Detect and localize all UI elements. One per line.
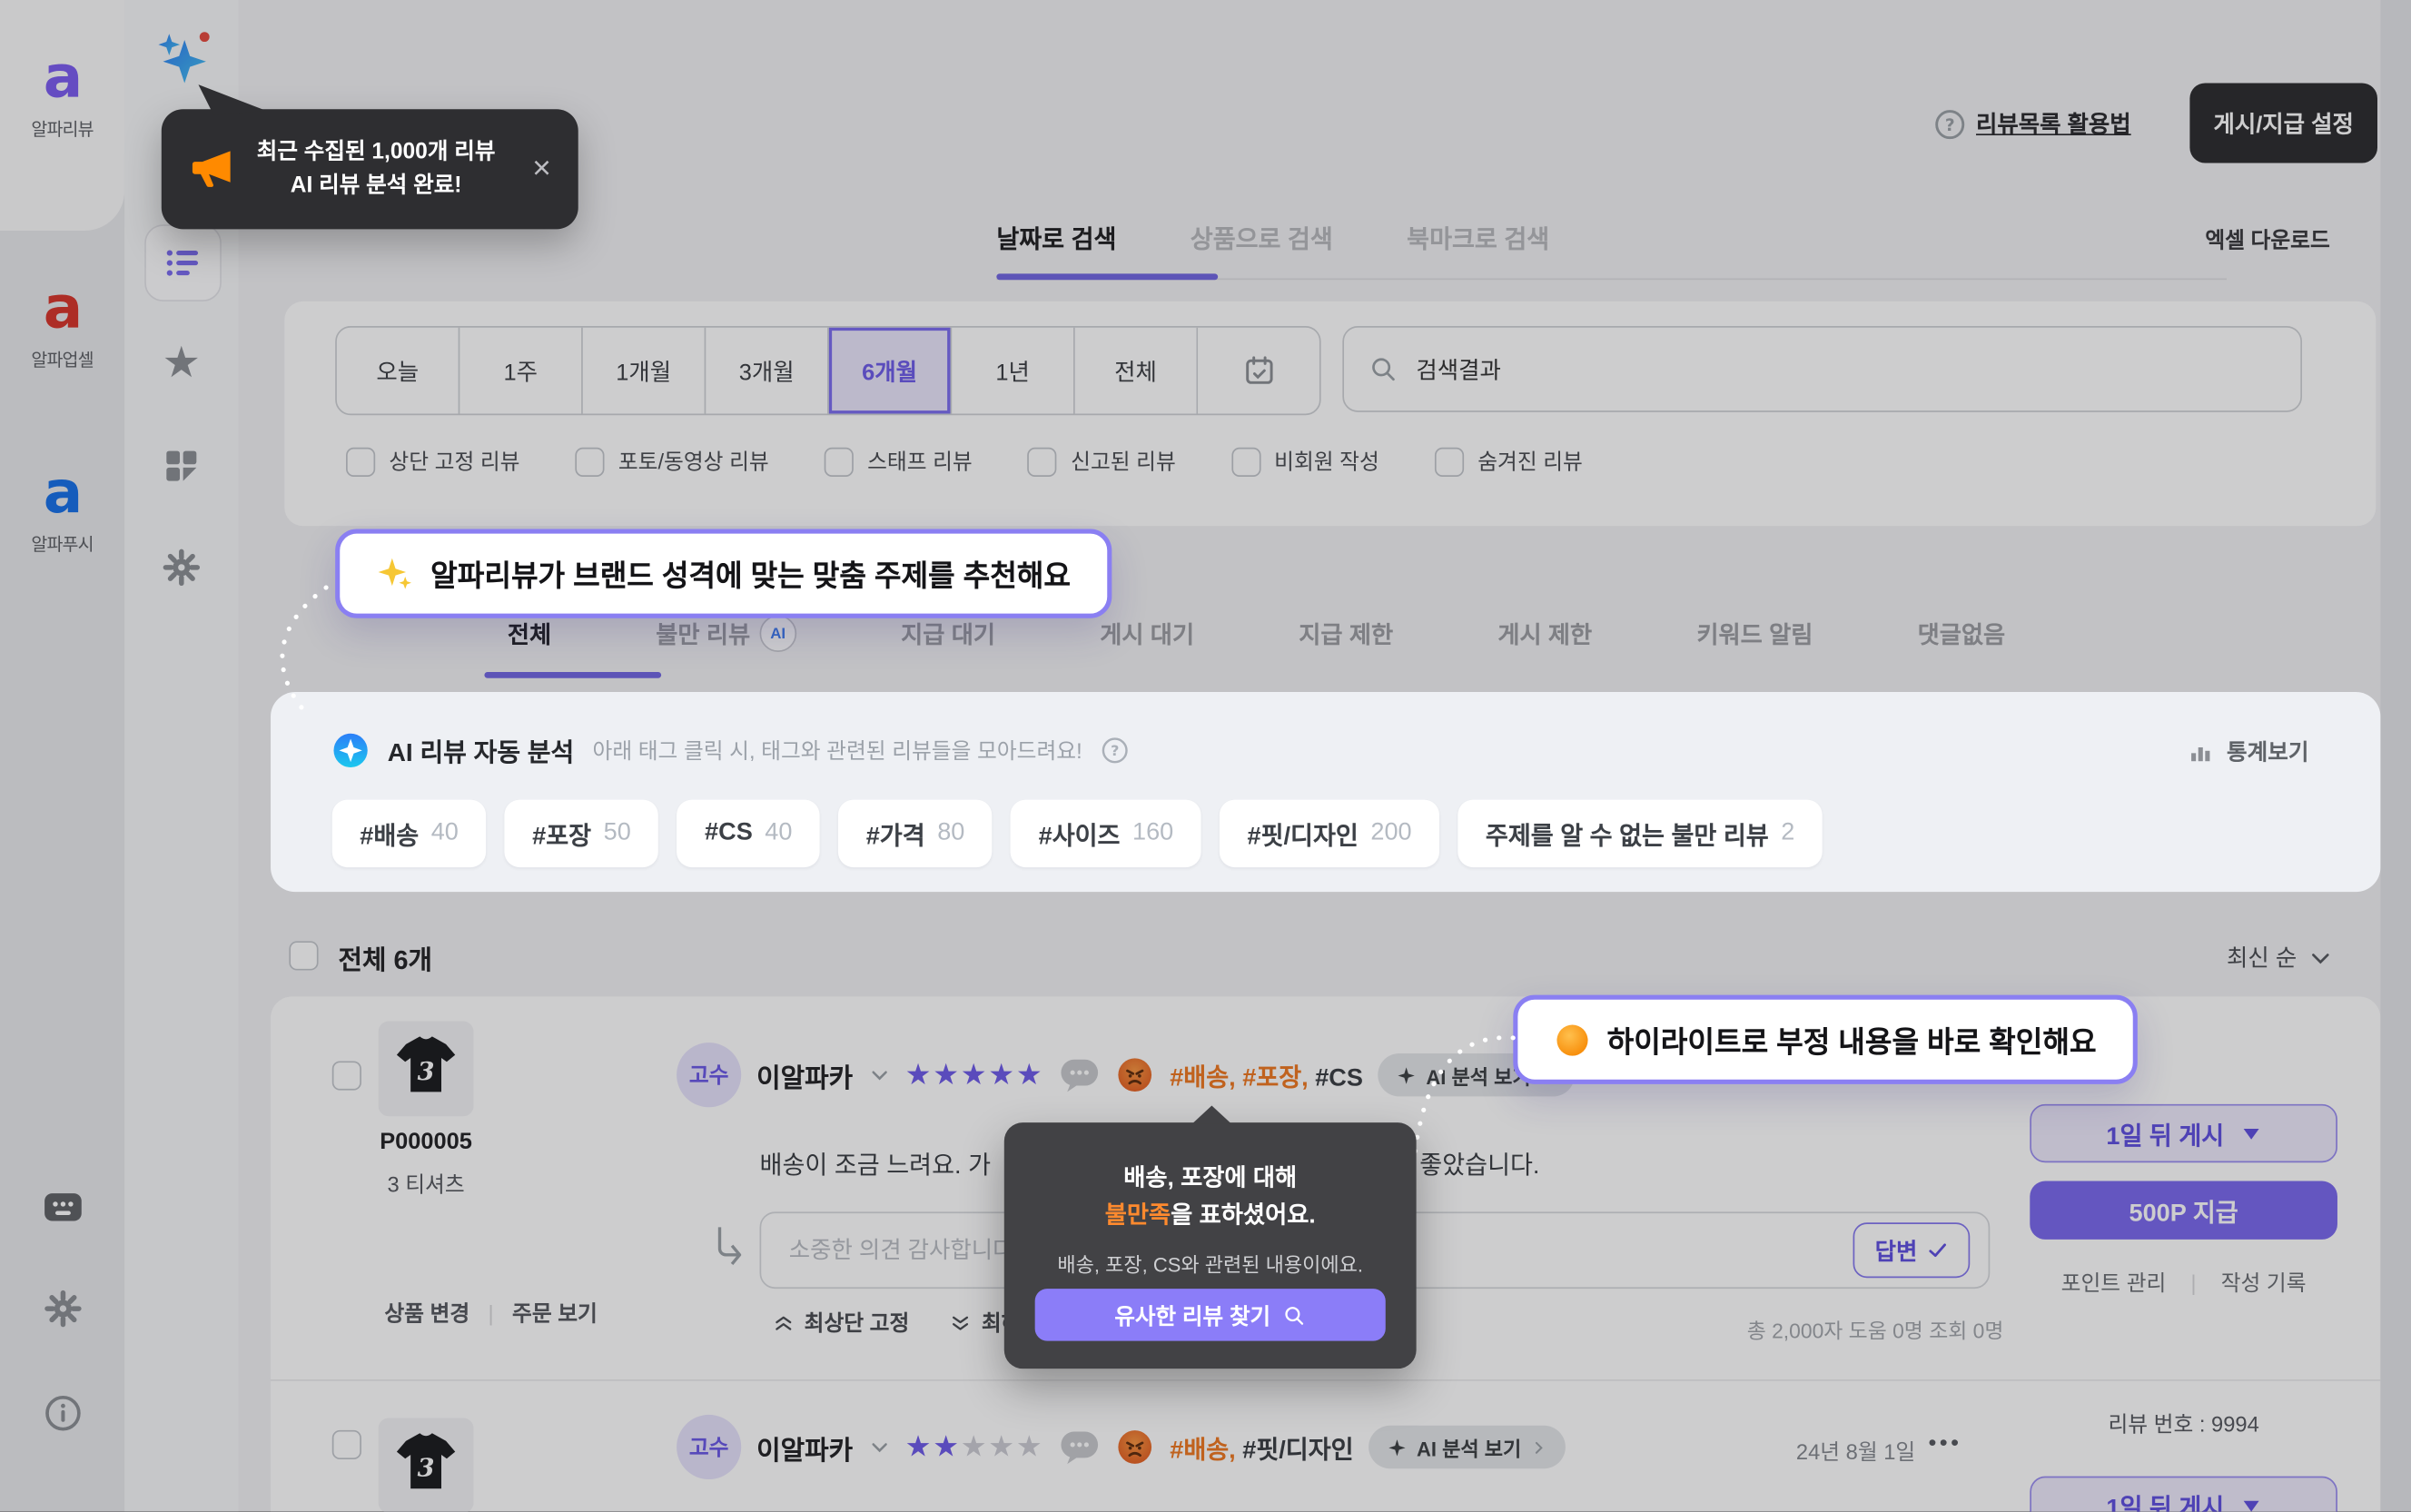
tour-callout-topic: 알파리뷰가 브랜드 성격에 맞는 맞춤 주제를 추천해요 [335, 529, 1112, 618]
tour-callout-highlight: 하이라이트로 부정 내용을 바로 확인해요 [1513, 995, 2138, 1084]
ai-panel-subtitle: 아래 태그 클릭 시, 태그와 관련된 리뷰들을 모아드려요! [593, 735, 1082, 766]
close-icon[interactable]: × [532, 151, 551, 188]
ai-panel-header: AI 리뷰 자동 분석 아래 태그 클릭 시, 태그와 관련된 리뷰들을 모아드… [332, 732, 1129, 769]
search-icon [1283, 1303, 1306, 1326]
tag-packaging[interactable]: #포장50 [505, 800, 659, 868]
tooltip-line1: 배송, 포장에 대해 [1004, 1160, 1417, 1193]
toast-text: 최근 수집된 1,000개 리뷰 AI 리뷰 분석 완료! [257, 134, 496, 203]
find-similar-reviews-button[interactable]: 유사한 리뷰 찾기 [1035, 1289, 1386, 1341]
ai-auto-analysis-panel: AI 리뷰 자동 분석 아래 태그 클릭 시, 태그와 관련된 리뷰들을 모아드… [271, 692, 2380, 892]
ai-analysis-toast: 최근 수집된 1,000개 리뷰 AI 리뷰 분석 완료! × [162, 109, 579, 229]
toast-tail [195, 84, 269, 115]
tooltip-line3: 배송, 포장, CS와 관련된 내용이에요. [1004, 1249, 1417, 1278]
tag-size[interactable]: #사이즈160 [1011, 800, 1201, 868]
sparkles-emoji-icon [377, 555, 414, 592]
tag-price[interactable]: #가격80 [838, 800, 993, 868]
complaint-tooltip: 배송, 포장에 대해 불만족을 표하셨어요. 배송, 포장, CS와 관련된 내… [1004, 1122, 1417, 1369]
tooltip-arrow [1191, 1106, 1231, 1124]
app-root: a 알파리뷰 a 알파업셀 a 알파푸시 ★ [0, 0, 2411, 1512]
megaphone-icon [189, 148, 235, 191]
view-stats-link[interactable]: 통계보기 [2187, 735, 2308, 767]
tag-unknown-topic[interactable]: 주제를 알 수 없는 불만 리뷰2 [1457, 800, 1822, 868]
question-icon[interactable]: ? [1101, 736, 1128, 764]
dashed-connector [258, 557, 366, 710]
tag-cs[interactable]: #CS40 [677, 800, 820, 868]
orange-circle-emoji-icon [1555, 1022, 1590, 1057]
ai-tag-row: #배송40 #포장50 #CS40 #가격80 #사이즈160 #핏/디자인20… [332, 800, 1823, 868]
tag-delivery[interactable]: #배송40 [332, 800, 487, 868]
ai-diamond-icon [332, 732, 370, 769]
bar-chart-icon [2187, 737, 2214, 765]
tooltip-line2: 불만족을 표하셨어요. [1004, 1196, 1417, 1230]
tag-fit-design[interactable]: #핏/디자인200 [1220, 800, 1439, 868]
svg-text:?: ? [1111, 742, 1119, 759]
ai-panel-title: AI 리뷰 자동 분석 [388, 732, 574, 769]
